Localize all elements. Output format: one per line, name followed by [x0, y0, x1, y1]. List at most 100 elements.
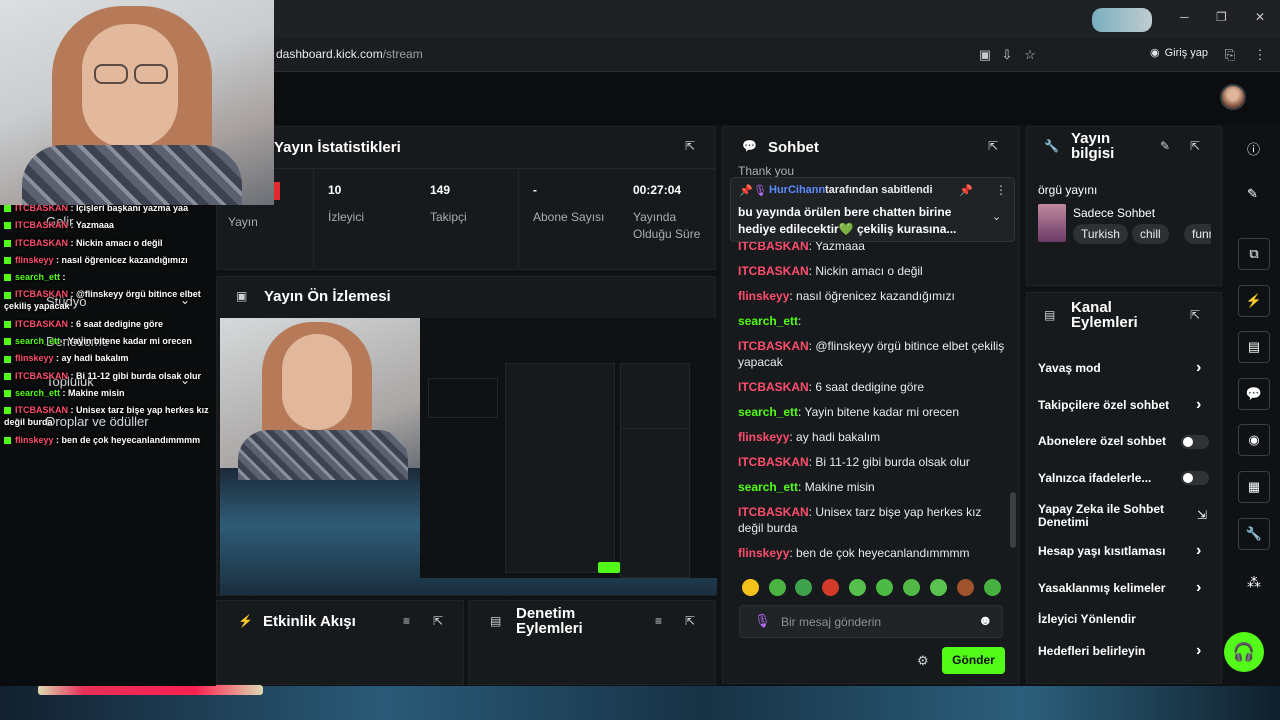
popout-icon[interactable]: ⇱ [685, 139, 695, 153]
emote-icon[interactable] [930, 579, 947, 596]
chat-username[interactable]: ITCBASKAN [738, 339, 809, 353]
pinned-username[interactable]: HurCihann [769, 184, 825, 196]
action-account-age[interactable]: Hesap yaşı kısıtlaması [1038, 545, 1165, 558]
download-icon[interactable]: ⇩ [999, 47, 1015, 63]
chat-username[interactable]: ITCBASKAN [738, 455, 809, 469]
chat-username[interactable]: search_ett [738, 480, 798, 494]
chat-username[interactable]: flinskeyy [738, 289, 789, 303]
chevron-right-icon[interactable]: › [1196, 542, 1201, 560]
rail-button-broadcast[interactable]: ◉ [1238, 424, 1270, 456]
tab-thumbnail[interactable] [1092, 8, 1152, 32]
action-followers-only[interactable]: Takipçilere özel sohbet [1038, 399, 1169, 412]
install-app-icon[interactable]: ▣ [977, 47, 993, 63]
sign-in-button[interactable]: ◉ Giriş yap [1150, 46, 1208, 60]
chat-username[interactable]: flinskeyy [738, 430, 789, 444]
rail-button-notes[interactable]: ▤ [1238, 331, 1270, 363]
subscribers-only-toggle[interactable] [1181, 435, 1209, 449]
emote-icon[interactable] [742, 579, 759, 596]
overlay-text: : [60, 272, 66, 283]
action-slow-mode[interactable]: Yavaş mod [1038, 362, 1101, 375]
tag[interactable]: chill [1132, 224, 1169, 244]
minimize-button[interactable]: ─ [1180, 10, 1189, 24]
external-link-icon[interactable]: ⇲ [1197, 508, 1207, 522]
popout-icon[interactable]: ⇱ [1190, 139, 1200, 153]
action-subscribers-only: Abonelere özel sohbet [1038, 434, 1167, 448]
overlay-text: : Bi 11-12 gibi burda olsak olur [68, 370, 202, 381]
share-nodes-icon[interactable]: ⁂ [1247, 574, 1261, 591]
mic-icon: 🎙 [754, 613, 771, 628]
user-avatar[interactable] [1220, 84, 1246, 110]
kick-badge-icon [4, 320, 11, 328]
more-options-icon[interactable]: ⋮ [995, 183, 1007, 197]
wrench-icon: 🔧 [1044, 139, 1059, 153]
menu-dots-icon[interactable]: ⋮ [1252, 47, 1268, 63]
chat-scrollbar[interactable] [1010, 492, 1016, 548]
chevron-right-icon[interactable]: › [1196, 579, 1201, 597]
popout-icon[interactable]: ⇱ [685, 614, 695, 628]
chat-username[interactable]: flinskeyy [738, 546, 789, 560]
rail-button-flash[interactable]: ⚡ [1238, 285, 1270, 317]
chevron-down-icon[interactable]: ⌄ [992, 210, 1001, 223]
send-button[interactable]: Gönder [942, 647, 1005, 674]
close-button[interactable]: ✕ [1255, 10, 1265, 24]
emote-icon[interactable] [984, 579, 1001, 596]
info-icon[interactable]: ⓘ [1247, 139, 1260, 158]
category-name[interactable]: Sadece Sohbet [1073, 206, 1155, 220]
action-ai-moderation[interactable]: Yapay Zeka ile Sohbet Denetimi [1038, 503, 1178, 529]
emote-icon[interactable] [876, 579, 893, 596]
filter-icon[interactable]: ≡ [655, 614, 662, 628]
emote-icon[interactable] [822, 579, 839, 596]
chat-message: ITCBASKAN: 6 saat dedigine göre [738, 379, 1008, 395]
chat-username[interactable]: ITCBASKAN [738, 264, 809, 278]
rail-button-screen[interactable]: ⧉ [1238, 238, 1270, 270]
popout-icon[interactable]: ⇱ [988, 139, 998, 153]
category-thumbnail [1038, 204, 1066, 242]
help-headset-button[interactable]: 🎧 [1224, 632, 1264, 672]
chat-input-box[interactable]: 🎙 Bir mesaj gönderin ☻ [739, 605, 1003, 638]
chat-username[interactable]: ITCBASKAN [738, 380, 809, 394]
emote-icon[interactable] [957, 579, 974, 596]
unpin-icon[interactable]: 📌 [959, 184, 973, 197]
popout-icon[interactable]: ⇱ [433, 614, 443, 628]
emote-icon[interactable] [795, 579, 812, 596]
action-banned-words[interactable]: Yasaklanmış kelimeler [1038, 582, 1165, 595]
filter-icon[interactable]: ≡ [403, 614, 410, 628]
chat-username[interactable]: search_ett [738, 314, 798, 328]
extensions-icon[interactable]: ⎘ [1222, 47, 1238, 63]
pencil-icon[interactable]: ✎ [1247, 186, 1258, 202]
chat-username[interactable]: ITCBASKAN [738, 505, 809, 519]
overlay-text: : 6 saat dedigine göre [68, 318, 164, 329]
action-emotes-only: Yalnızca ifadelerle... [1038, 471, 1152, 485]
rail-button-chat[interactable]: 💬 [1238, 378, 1270, 410]
rail-button-layout[interactable]: ▦ [1238, 471, 1270, 503]
settings-gear-icon[interactable]: ⚙ [917, 653, 929, 669]
emoji-picker-icon[interactable]: ☻ [978, 612, 993, 628]
action-raid[interactable]: İzleyici Yönlendir [1038, 613, 1136, 626]
stream-preview-video[interactable] [220, 318, 717, 595]
chevron-right-icon[interactable]: › [1196, 359, 1201, 377]
chat-input-placeholder[interactable]: Bir mesaj gönderin [781, 615, 881, 629]
tag[interactable]: funny [1184, 224, 1211, 244]
tag[interactable]: Turkish [1073, 224, 1128, 244]
action-set-goals[interactable]: Hedefleri belirleyin [1038, 645, 1145, 658]
emote-icon[interactable] [903, 579, 920, 596]
pinned-message[interactable]: 📌 🎙 HurCihann tarafından sabitlendi 📌 ⋮ … [730, 177, 1015, 242]
rail-button-tools[interactable]: 🔧 [1238, 518, 1270, 550]
kick-badge-icon [4, 390, 11, 398]
popout-icon[interactable]: ⇱ [1190, 308, 1200, 322]
edit-pencil-icon[interactable]: ✎ [1160, 139, 1170, 153]
url-text[interactable]: dashboard.kick.com/stream [276, 47, 423, 61]
emote-icon[interactable] [769, 579, 786, 596]
chevron-right-icon[interactable]: › [1196, 396, 1201, 414]
emote-icon[interactable] [849, 579, 866, 596]
emotes-only-toggle[interactable] [1181, 471, 1209, 485]
chat-username[interactable]: search_ett [738, 405, 798, 419]
chevron-right-icon[interactable]: › [1196, 642, 1201, 660]
overlay-chat-line: ITCBASKAN : 6 saat dedigine göre [4, 318, 218, 330]
chat-text: : Nickin amacı o değil [808, 264, 923, 278]
kick-badge-icon [4, 338, 11, 346]
bookmark-star-icon[interactable]: ☆ [1022, 47, 1038, 63]
kick-badge-icon [4, 291, 11, 299]
maximize-button[interactable]: ❐ [1216, 10, 1227, 24]
overlay-username: ITCBASKAN [15, 220, 68, 231]
